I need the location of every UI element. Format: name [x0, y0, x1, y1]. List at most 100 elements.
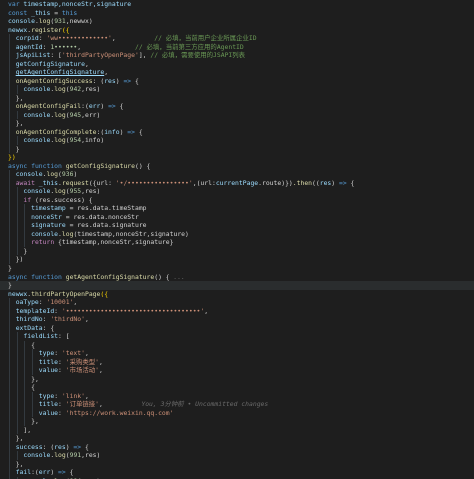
code-line[interactable]: console.log(942,res): [0, 85, 474, 94]
code-line[interactable]: title: '订单链接', You, 3分钟前 • Uncommitted c…: [0, 400, 474, 409]
code-token: ,: [204, 306, 209, 315]
code-line[interactable]: type: 'text',: [0, 349, 474, 358]
code-token: getAgentConfigSignature: [65, 272, 155, 281]
code-line[interactable]: }: [0, 281, 474, 290]
code-line[interactable]: {: [0, 340, 474, 350]
code-line[interactable]: async function getConfigSignature() {: [0, 162, 474, 171]
code-token: ({: [100, 289, 109, 298]
indent-guide: [16, 195, 18, 205]
code-lines[interactable]: var timestamp,nonceStr,signature const _t…: [0, 0, 474, 479]
code-line[interactable]: templateId: '•••••••••••••••••••••••••••…: [0, 306, 474, 316]
code-line[interactable]: var timestamp,nonceStr,signature: [0, 0, 474, 9]
code-line[interactable]: onAgentConfigFail:(err) => {: [0, 102, 474, 111]
code-token: {: [131, 76, 139, 85]
code-line[interactable]: extData: {: [0, 323, 474, 333]
code-line[interactable]: getAgentConfigSignature,: [0, 68, 474, 77]
code-line[interactable]: type: 'link',: [0, 391, 474, 401]
code-line[interactable]: console.log(936): [0, 170, 474, 179]
code-line[interactable]: console.log(954,info): [0, 136, 474, 145]
code-token: .then: [292, 178, 313, 187]
code-token: =>: [73, 442, 82, 451]
code-editor[interactable]: var timestamp,nonceStr,signature const _t…: [0, 0, 474, 479]
code-token: },: [31, 417, 39, 426]
code-token: = res.data.nonceStr: [61, 212, 139, 221]
indent-guide: [16, 349, 18, 358]
code-token: :: [58, 366, 66, 375]
indent-guide: [9, 229, 10, 239]
code-line[interactable]: corpid: 'ww•••••••••••••', // 必填，当前用户企业所…: [0, 34, 474, 43]
code-line[interactable]: async function getAgentConfigSignature()…: [0, 273, 474, 282]
code-line[interactable]: }: [0, 264, 474, 273]
code-line[interactable]: getConfigSignature,: [0, 59, 474, 69]
code-token: ,: [99, 366, 103, 375]
code-line[interactable]: {: [0, 383, 474, 392]
code-token: thirdNo: [15, 315, 43, 324]
code-line[interactable]: },: [0, 417, 474, 426]
code-token: ): [73, 170, 78, 179]
code-token: jsApiList: [15, 51, 51, 60]
code-line[interactable]: console.log(991,res): [0, 451, 474, 460]
code-line[interactable]: onAgentConfigSuccess: (res) => {: [0, 76, 474, 86]
indent-guide: [16, 417, 18, 426]
code-line[interactable]: }: [0, 246, 474, 256]
code-line[interactable]: console.log(955,res): [0, 187, 474, 196]
code-line[interactable]: fail:(err) => {: [0, 468, 474, 477]
code-token: =>: [58, 468, 66, 477]
code-line[interactable]: timestamp = res.data.timeStamp: [0, 204, 474, 213]
indent-guide: [16, 187, 18, 196]
indent-guide: [9, 212, 10, 222]
code-line[interactable]: },: [0, 374, 474, 384]
code-line[interactable]: },: [0, 434, 474, 443]
code-line[interactable]: },: [0, 93, 474, 103]
code-token: log: [46, 170, 59, 179]
code-line[interactable]: newwx.register({: [0, 26, 474, 35]
code-line[interactable]: console.log(931,newwx): [0, 17, 474, 26]
code-token: },: [31, 374, 39, 383]
code-line[interactable]: console.log(timestamp,nonceStr,signature…: [0, 229, 474, 239]
code-line[interactable]: }): [0, 153, 474, 162]
indent-guide: [9, 459, 10, 469]
code-line[interactable]: success: (res) => {: [0, 442, 474, 452]
code-line[interactable]: },: [0, 119, 474, 128]
code-line[interactable]: onAgentConfigComplete:(info) => {: [0, 127, 474, 137]
code-token: {: [65, 468, 74, 477]
code-token: =>: [127, 127, 135, 136]
code-token: {: [135, 127, 143, 136]
code-line[interactable]: }: [0, 144, 474, 154]
code-token: :: [54, 306, 62, 315]
code-token: 955: [69, 187, 82, 196]
code-line[interactable]: console.log(945,err): [0, 110, 474, 120]
code-line[interactable]: signature = res.data.signature: [0, 221, 474, 230]
code-line[interactable]: return {timestamp,nonceStr,signature}: [0, 238, 474, 247]
code-line[interactable]: await _this.request({url: '•/•••••••••••…: [0, 178, 474, 188]
code-token: _this: [31, 8, 51, 17]
code-line[interactable]: },: [0, 459, 474, 469]
code-line[interactable]: jsApiList: ['thirdPartyOpenPage'], // 必填…: [0, 51, 474, 60]
code-token: 945: [69, 110, 82, 119]
code-token: ): [50, 468, 59, 477]
code-token: type: [38, 391, 55, 400]
code-line[interactable]: title: '采购类型',: [0, 357, 474, 367]
indent-guide: [9, 451, 10, 460]
code-line[interactable]: oaType: '10001',: [0, 298, 474, 307]
indent-guide: [9, 408, 10, 418]
code-line[interactable]: ],: [0, 425, 474, 435]
code-token: ,err): [81, 110, 101, 119]
code-token: var: [8, 0, 24, 8]
code-line[interactable]: value: '市场活动',: [0, 366, 474, 375]
code-line[interactable]: agentId: 1••••••, // 必填，当前第三方应用的AgentID: [0, 42, 474, 52]
code-line[interactable]: value: 'https://work.weixin.qq.com': [0, 408, 474, 418]
code-line[interactable]: }): [0, 255, 474, 264]
code-line[interactable]: nonceStr = res.data.nonceStr: [0, 212, 474, 222]
code-line[interactable]: fieldList: [: [0, 332, 474, 341]
code-token: }): [15, 255, 24, 264]
code-token: }: [8, 281, 12, 290]
code-line[interactable]: if (res.success) {: [0, 195, 474, 205]
code-line[interactable]: newwx.thirdPartyOpenPage({: [0, 290, 474, 299]
code-line[interactable]: thirdNo: 'thirdNo',: [0, 315, 474, 324]
code-line[interactable]: const _this = this: [0, 9, 474, 18]
code-token: newwx: [8, 25, 28, 34]
code-token: async: [8, 161, 32, 170]
code-token: console: [23, 187, 51, 196]
code-token: log: [38, 17, 51, 26]
